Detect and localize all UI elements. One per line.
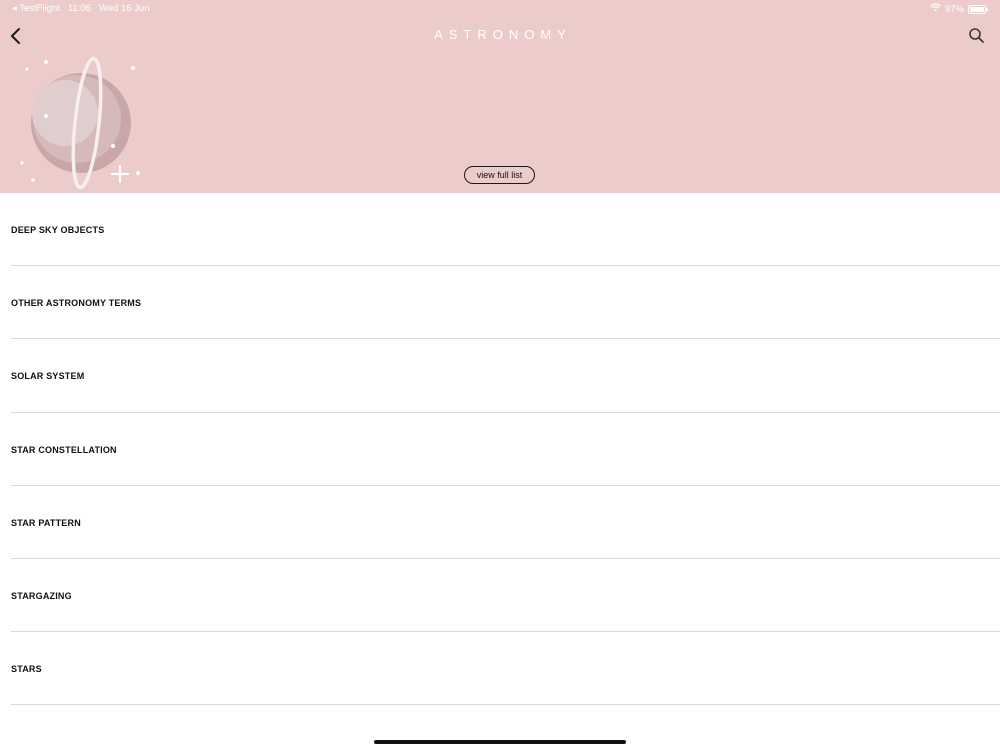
category-label: DEEP SKY OBJECTS: [11, 225, 105, 235]
category-item-stargazing[interactable]: STARGAZING: [11, 559, 1000, 633]
category-item-star-constellation[interactable]: STAR CONSTELLATION: [11, 413, 1000, 486]
battery-fill: [970, 6, 984, 12]
category-item-stars[interactable]: STARS: [11, 632, 1000, 706]
status-time: 11:06: [67, 3, 91, 14]
search-button[interactable]: [966, 25, 988, 47]
category-label: STARS: [11, 664, 42, 675]
page-title: ASTRONOMY: [434, 27, 572, 42]
view-full-list-button[interactable]: view full list: [464, 166, 535, 184]
home-indicator[interactable]: [374, 740, 626, 744]
search-icon: [969, 28, 984, 43]
category-item-solar-system[interactable]: SOLAR SYSTEM: [11, 339, 1000, 413]
planet-illustration: [15, 55, 145, 193]
status-back-app-link[interactable]: ◂ TestFlight: [12, 3, 60, 14]
battery-percentage: 97%: [944, 3, 964, 15]
category-item-star-pattern[interactable]: STAR PATTERN: [11, 486, 1000, 559]
header-banner: ◂ TestFlight 11:06 Wed 16 Jun 97% ASTRON…: [0, 0, 1000, 193]
category-item-other-astronomy-terms[interactable]: OTHER ASTRONOMY TERMS: [11, 266, 1000, 340]
category-item-deep-sky-objects[interactable]: DEEP SKY OBJECTS: [11, 193, 1000, 267]
status-bar: ◂ TestFlight 11:06 Wed 16 Jun 97%: [0, 0, 1000, 18]
category-list: DEEP SKY OBJECTS OTHER ASTRONOMY TERMS S…: [11, 193, 1000, 706]
category-label: STAR CONSTELLATION: [11, 444, 117, 455]
category-label: STAR PATTERN: [11, 517, 81, 528]
category-label: STARGAZING: [11, 590, 72, 601]
battery-icon: [968, 4, 988, 14]
status-date: Wed 16 Jun: [98, 3, 150, 14]
category-label: SOLAR SYSTEM: [11, 371, 85, 382]
wifi-icon: [930, 3, 941, 15]
category-label: OTHER ASTRONOMY TERMS: [11, 298, 142, 309]
